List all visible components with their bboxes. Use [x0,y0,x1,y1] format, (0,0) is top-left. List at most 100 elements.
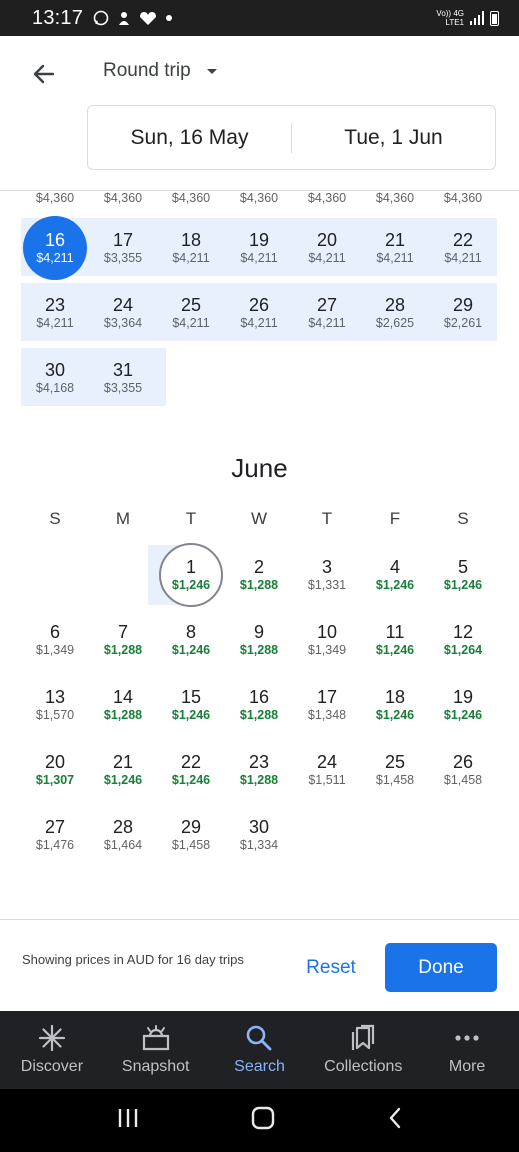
day-number: 28 [112,817,134,837]
day-number: 29 [180,817,202,837]
calendar-day[interactable]: 25 $1,458 [361,741,429,799]
signal-icon [470,11,484,25]
depart-date[interactable]: Sun, 16 May [88,126,291,150]
day-price: $4,360 [443,191,483,205]
nav-more[interactable]: More [415,1011,519,1089]
month-title-june: June [231,453,288,483]
day-number: 8 [185,622,196,642]
return-date[interactable]: Tue, 1 Jun [292,126,495,150]
recent-apps-button[interactable] [116,1107,140,1134]
calendar-day[interactable]: 26 $1,458 [429,741,497,799]
system-nav-bar [0,1089,519,1152]
home-icon [252,1106,275,1130]
day-number: 5 [457,557,468,577]
weekday-label: W [250,509,268,528]
notification-icons [93,10,173,26]
calendar-day[interactable]: 29 $2,261 [429,284,497,342]
whatsapp-icon [93,10,109,26]
day-price: $3,355 [103,381,143,395]
calendar-day[interactable]: 10 $1,349 [293,611,361,669]
calendar-day[interactable]: 25 $4,211 [157,284,225,342]
calendar-day[interactable]: 28 $2,625 [361,284,429,342]
calendar-day[interactable]: 19 $4,211 [225,219,293,277]
calendar-day[interactable]: 21 $4,211 [361,219,429,277]
weekday-label: F [389,509,401,528]
home-button[interactable] [251,1106,275,1135]
back-button[interactable] [26,56,62,92]
calendar-day[interactable]: 6 $1,349 [21,611,89,669]
calendar-day[interactable]: 24 $1,511 [293,741,361,799]
calendar-day[interactable]: 24 $3,364 [89,284,157,342]
calendar-day[interactable]: 19 $1,246 [429,676,497,734]
calendar-day[interactable]: 4 $1,246 [361,546,429,604]
status-right: Vo)) 4G LTE1 [416,9,499,27]
calendar-day[interactable]: 5 $1,246 [429,546,497,604]
calendar-day[interactable]: 28 $1,464 [89,806,157,864]
nav-discover[interactable]: Discover [0,1011,104,1089]
calendar-day[interactable]: 15 $1,246 [157,676,225,734]
notification-app-icon [119,12,130,25]
nav-snapshot[interactable]: Snapshot [104,1011,208,1089]
day-number: 28 [384,295,406,315]
calendar-day[interactable]: 7 $1,288 [89,611,157,669]
calendar-day[interactable]: 20 $1,307 [21,741,89,799]
calendar-day[interactable]: 14 $1,288 [89,676,157,734]
day-number: 10 [316,622,338,642]
calendar-day[interactable]: 17 $1,348 [293,676,361,734]
calendar-day[interactable]: 27 $4,211 [293,284,361,342]
day-price: $4,211 [36,316,74,330]
day-price: $1,246 [171,773,211,787]
calendar-day[interactable]: 30 $1,334 [225,806,293,864]
weekday-label: T [185,509,197,528]
day-number: 25 [180,295,202,315]
day-number: 21 [112,752,134,772]
day-number: 16 [44,230,66,250]
day-price: $4,360 [307,191,347,205]
day-number: 3 [321,557,332,577]
calendar-day[interactable]: 31 $3,355 [89,349,157,407]
calendar-day[interactable]: 18 $1,246 [361,676,429,734]
nav-collections[interactable]: Collections [311,1011,415,1089]
calendar-day[interactable]: 13 $1,570 [21,676,89,734]
calendar-day[interactable]: 11 $1,246 [361,611,429,669]
day-price: $1,246 [375,643,415,657]
day-number: 19 [248,230,270,250]
day-number: 4 [389,557,400,577]
day-price: $3,355 [103,251,143,265]
calendar-day[interactable]: 23 $1,288 [225,741,293,799]
day-number: 23 [44,295,66,315]
system-back-button[interactable] [387,1106,403,1135]
calendar-day-selected-end[interactable]: 1 $1,246 [157,546,225,604]
day-price: $4,211 [240,251,278,265]
calendar-day[interactable]: 17 $3,355 [89,219,157,277]
calendar-day[interactable]: 20 $4,211 [293,219,361,277]
day-number: 16 [248,687,270,707]
calendar-day[interactable]: 23 $4,211 [21,284,89,342]
calendar-day-selected-start[interactable]: 16 $4,211 [21,219,89,277]
calendar-day[interactable]: 22 $1,246 [157,741,225,799]
calendar-day[interactable]: 9 $1,288 [225,611,293,669]
calendar-day[interactable]: 22 $4,211 [429,219,497,277]
reset-button[interactable]: Reset [292,944,370,992]
calendar-day[interactable]: 16 $1,288 [225,676,293,734]
day-number: 22 [452,230,474,250]
calendar-day[interactable]: 26 $4,211 [225,284,293,342]
calendar-day[interactable]: 12 $1,264 [429,611,497,669]
calendar-day[interactable]: 2 $1,288 [225,546,293,604]
done-button[interactable]: Done [385,943,497,992]
nav-search[interactable]: Search [208,1011,312,1089]
calendar-day[interactable]: 3 $1,331 [293,546,361,604]
bottom-nav: Discover Snapshot Search Collections Mor… [0,1011,519,1089]
calendar-day[interactable]: 21 $1,246 [89,741,157,799]
arrow-left-icon [33,64,55,84]
trip-type-dropdown[interactable]: Round trip [103,60,217,82]
day-price: $1,246 [171,643,211,657]
day-price: $4,360 [103,191,143,205]
calendar-grid: June $4,360 $4,360 $4,360 $4,360 $4,360 $4,36… [0,191,519,919]
calendar-day[interactable]: 29 $1,458 [157,806,225,864]
calendar-day[interactable]: 27 $1,476 [21,806,89,864]
day-price: $1,464 [103,838,143,852]
calendar-day[interactable]: 30 $4,168 [21,349,89,407]
calendar-day[interactable]: 18 $4,211 [157,219,225,277]
calendar-day[interactable]: 8 $1,246 [157,611,225,669]
